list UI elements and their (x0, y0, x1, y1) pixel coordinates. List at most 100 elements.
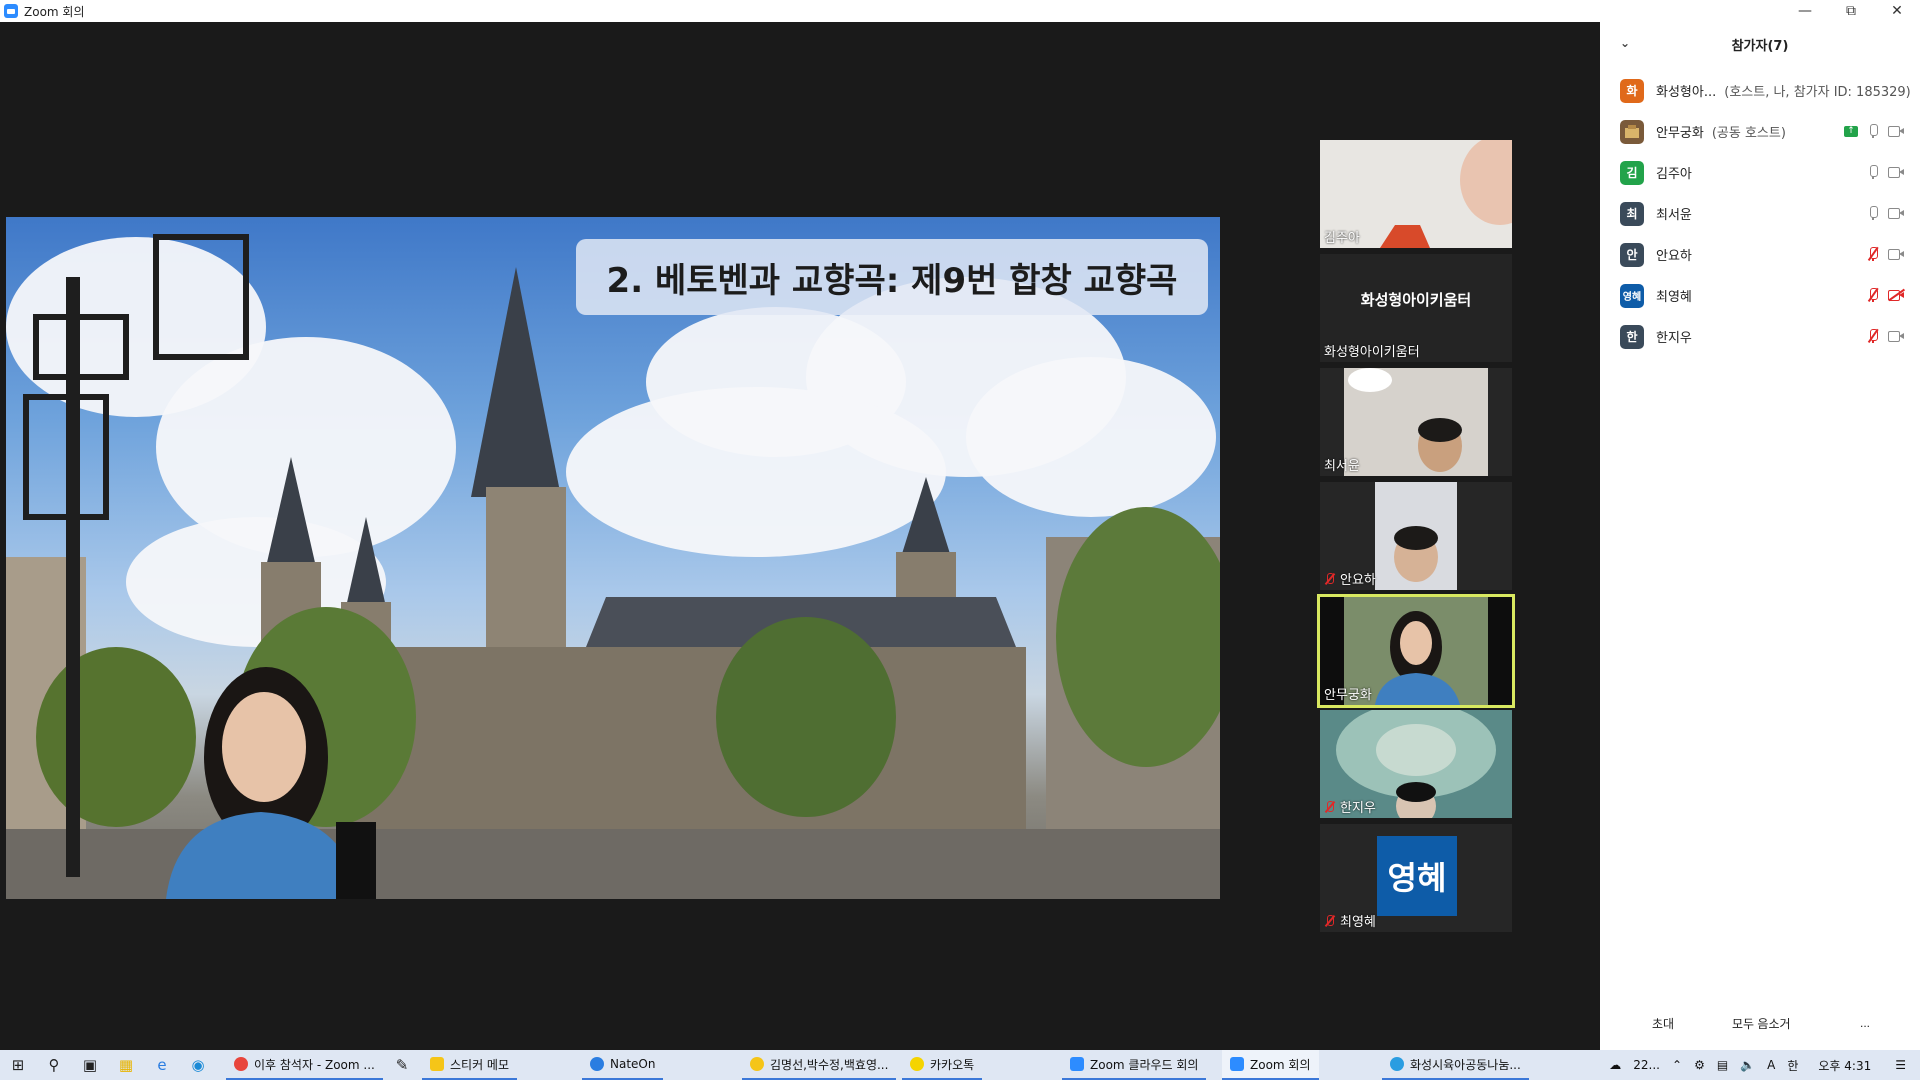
microphone-icon[interactable] (1866, 205, 1880, 221)
participant-status: ↑ (1844, 123, 1904, 139)
ime-indicator[interactable]: 한 (1787, 1057, 1798, 1074)
mic-muted-icon (1324, 800, 1336, 813)
microphone-icon[interactable] (1866, 164, 1880, 180)
participant-row[interactable]: 영혜 최영혜 (1600, 275, 1920, 316)
taskbar-app[interactable]: 스티커 메모 (422, 1050, 518, 1080)
slide-title: 2. 베토벤과 교향곡: 제9번 합창 교향곡 (576, 239, 1208, 315)
taskbar-app[interactable]: Zoom 클라우드 회의 (1062, 1050, 1207, 1080)
mic-muted-icon (1324, 914, 1336, 927)
participant-name: 최서윤 (1656, 208, 1692, 223)
participant-name: 안요하 (1656, 249, 1692, 264)
participant-status (1866, 328, 1904, 344)
participant-row[interactable]: 화 화성형아... (호스트, 나, 참가자 ID: 185329) (1600, 70, 1920, 111)
tile-name: 안요하 (1324, 569, 1376, 588)
camera-icon[interactable] (1888, 125, 1904, 137)
participant-row[interactable]: 최 최서윤 (1600, 193, 1920, 234)
camera-icon[interactable] (1888, 166, 1904, 178)
task-view-icon[interactable]: ▣ (72, 1050, 108, 1080)
video-tile[interactable]: 한지우 (1320, 710, 1512, 818)
participant-row[interactable]: 한 한지우 (1600, 316, 1920, 357)
ie-icon (1390, 1057, 1404, 1071)
camera-icon[interactable] (1888, 207, 1904, 219)
window-title: Zoom 회의 (24, 4, 85, 19)
video-tile[interactable]: 최서윤 (1320, 368, 1512, 476)
taskbar-app[interactable]: 화성시육아공동나눔... (1382, 1050, 1529, 1080)
avatar: 영혜 (1377, 836, 1457, 916)
tile-name: 화성형아이키움터 (1324, 345, 1420, 360)
microphone-muted-icon[interactable] (1866, 246, 1880, 262)
network-icon[interactable]: ▤ (1717, 1058, 1728, 1072)
notification-icon[interactable]: ☰ (1895, 1058, 1906, 1072)
avatar: 화 (1620, 78, 1644, 103)
taskbar: ⊞ ⚲ ▣ ▦ e ◉ 이후 참석자 - Zoom ... ✎ 스티커 메모 N… (0, 1050, 1920, 1080)
participant-status (1866, 287, 1905, 303)
ie-icon[interactable]: e (144, 1050, 180, 1080)
font-icon[interactable]: A (1767, 1058, 1775, 1072)
participants-panel: — ⧉ ✕ ⌄ 참가자(7) 화 화성형아... (호스트, 나, 참가자 ID:… (1600, 0, 1920, 1050)
paint-icon[interactable]: ✎ (384, 1050, 420, 1080)
participant-status (1866, 246, 1904, 262)
taskbar-app[interactable]: 이후 참석자 - Zoom ... (226, 1050, 383, 1080)
chevron-up-icon[interactable]: ⌃ (1672, 1058, 1682, 1072)
zoom-logo-icon (4, 4, 18, 18)
tile-name: 안무궁화 (1324, 688, 1372, 703)
participant-row[interactable]: 김 김주아 (1600, 152, 1920, 193)
microphone-icon[interactable] (1866, 123, 1880, 139)
restore-icon[interactable]: ⧉ (1828, 0, 1874, 22)
zoom-icon (1070, 1057, 1084, 1071)
microphone-muted-icon[interactable] (1866, 328, 1880, 344)
camera-icon[interactable] (1888, 330, 1904, 342)
volume-icon[interactable]: 🔈 (1740, 1058, 1755, 1072)
minimize-icon[interactable]: — (1782, 0, 1828, 22)
avatar: 김 (1620, 160, 1644, 185)
avatar: 안 (1620, 242, 1644, 267)
tile-name: 한지우 (1324, 797, 1376, 816)
camera-icon[interactable] (1888, 248, 1904, 260)
participant-list: 화 화성형아... (호스트, 나, 참가자 ID: 185329) 안무궁화 (공… (1600, 70, 1920, 357)
avatar: 영혜 (1620, 283, 1644, 308)
video-tile-active-speaker[interactable]: 안무궁화 (1317, 594, 1515, 708)
tile-name: 최영혜 (1324, 911, 1376, 930)
participant-name: 최영혜 (1656, 290, 1692, 305)
tile-name: 최서윤 (1324, 459, 1360, 474)
zoom-icon (1230, 1057, 1244, 1071)
participant-row[interactable]: 안무궁화 (공동 호스트) ↑ (1600, 111, 1920, 152)
panel-header: ⌄ 참가자(7) (1600, 34, 1920, 54)
chevron-down-icon[interactable]: ⌄ (1620, 36, 1630, 50)
participant-status (1866, 164, 1904, 180)
meeting-area: 2. 베토벤과 교향곡: 제9번 합창 교향곡 김주아 화성형아이키움터 화성형… (0, 22, 1600, 1050)
close-icon[interactable]: ✕ (1874, 0, 1920, 22)
edge-icon[interactable]: ◉ (180, 1050, 216, 1080)
video-tile[interactable]: 안요하 (1320, 482, 1512, 590)
invite-button[interactable]: 초대 (1644, 1010, 1683, 1036)
tile-center-name: 화성형아이키움터 (1360, 290, 1472, 309)
video-tile[interactable]: 영혜 최영혜 (1320, 824, 1512, 932)
shared-screen[interactable]: 2. 베토벤과 교향곡: 제9번 합창 교향곡 (6, 217, 1220, 899)
taskbar-app[interactable]: 김명선,박수정,백효영... (742, 1050, 897, 1080)
video-tile[interactable]: 김주아 (1320, 140, 1512, 248)
taskbar-app[interactable]: NateOn (582, 1050, 664, 1080)
title-bar: Zoom 회의 (0, 0, 1600, 22)
participant-row[interactable]: 안 안요하 (1600, 234, 1920, 275)
clock[interactable]: 오후 4:31 (1818, 1057, 1871, 1074)
mute-all-button[interactable]: 모두 음소거 (1724, 1010, 1799, 1036)
weather-icon: ☁ (1609, 1058, 1622, 1072)
participant-status (1866, 205, 1904, 221)
chat-icon (750, 1057, 764, 1071)
taskbar-app-active[interactable]: Zoom 회의 (1222, 1050, 1319, 1080)
more-button[interactable]: ... (1852, 1010, 1879, 1036)
chrome-icon (234, 1057, 248, 1071)
video-tile[interactable]: 화성형아이키움터 화성형아이키움터 (1320, 254, 1512, 362)
participant-name: 김주아 (1656, 167, 1692, 182)
microphone-muted-icon[interactable] (1866, 287, 1880, 303)
avatar: 최 (1620, 201, 1644, 226)
sticky-notes-icon (430, 1057, 444, 1071)
windows-start-icon[interactable]: ⊞ (0, 1050, 36, 1080)
camera-off-icon[interactable] (1888, 288, 1905, 301)
search-icon[interactable]: ⚲ (36, 1050, 72, 1080)
camera-tray-icon[interactable]: ⚙ (1694, 1058, 1705, 1072)
taskbar-app[interactable]: 카카오톡 (902, 1050, 983, 1080)
weather-temp[interactable]: 22... (1633, 1058, 1660, 1072)
file-explorer-icon[interactable]: ▦ (108, 1050, 144, 1080)
zoom-window: Zoom 회의 2. 베토벤과 교향곡: 제9번 합창 교향곡 김주아 화성형아… (0, 0, 1920, 1080)
